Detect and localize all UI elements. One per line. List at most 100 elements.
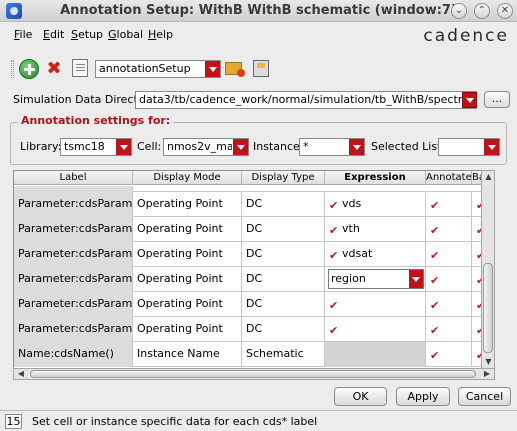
toolbar-grip[interactable] (11, 60, 14, 78)
horizontal-scroll-thumb[interactable] (30, 370, 476, 378)
chevron-down-icon[interactable] (116, 139, 131, 155)
row-display-type[interactable]: DC (242, 217, 325, 242)
expression-select[interactable]: region (328, 269, 424, 289)
scroll-left-icon[interactable]: ◀ (15, 369, 27, 379)
setup-select[interactable]: annotationSetup (95, 60, 221, 78)
menu-file[interactable]: File (14, 28, 32, 41)
cell-select[interactable]: nmos2v_mac (163, 138, 249, 156)
row-display-mode[interactable]: Operating Point (133, 217, 242, 242)
library-select[interactable]: tsmc18 (60, 138, 132, 156)
row-expression[interactable]: region (325, 267, 426, 292)
annotate-checkbox[interactable] (430, 219, 440, 242)
table-row[interactable]: Name:cdsName() Instance Name Schematic (14, 342, 494, 367)
annotate-checkbox[interactable] (430, 319, 440, 342)
table-row[interactable]: Parameter:cdsParam(8) Operating Point DC (14, 317, 494, 342)
annotation-settings-title: Annotation settings for: (18, 114, 174, 127)
annotate-checkbox[interactable] (430, 344, 440, 367)
row-label: Parameter:cdsParam(4) (14, 217, 133, 242)
annotate-checkbox[interactable] (430, 244, 440, 267)
browse-button[interactable]: ... (484, 91, 510, 108)
column-header-label[interactable]: Label (14, 171, 133, 185)
column-header-display-type[interactable]: Display Type (242, 171, 325, 185)
table-header: Label Display Mode Display Type Expressi… (14, 171, 494, 185)
row-annotate[interactable] (426, 317, 472, 342)
column-header-annotate[interactable]: Annotate (426, 171, 472, 185)
scroll-down-icon[interactable]: ▼ (483, 357, 494, 367)
chevron-down-icon[interactable] (233, 139, 248, 155)
selected-list-select[interactable] (438, 138, 500, 156)
row-display-mode[interactable]: Operating Point (133, 317, 242, 342)
menu-setup[interactable]: Setup (71, 28, 103, 41)
toolbar: ✖ annotationSetup (0, 56, 517, 82)
row-display-type[interactable]: DC (242, 317, 325, 342)
row-annotate[interactable] (426, 342, 472, 367)
row-expression[interactable] (325, 292, 426, 317)
cadence-logo: cadence (423, 26, 509, 46)
row-display-type[interactable]: DC (242, 242, 325, 267)
expression-checkbox[interactable] (329, 194, 339, 217)
status-bar: 15 Set cell or instance specific data fo… (0, 410, 517, 431)
column-header-expression[interactable]: Expression (325, 171, 426, 185)
row-display-mode[interactable]: Operating Point (133, 192, 242, 217)
row-display-type[interactable]: DC (242, 292, 325, 317)
title-bar: Annotation Setup: WithB WithB schematic … (0, 0, 517, 22)
row-display-type[interactable]: Schematic (242, 342, 325, 367)
row-display-type[interactable]: DC (242, 267, 325, 292)
table-row[interactable]: Parameter:cdsParam(5) Operating Point DC… (14, 242, 494, 267)
row-label: Parameter:cdsParam(3) (14, 192, 133, 217)
cancel-button[interactable]: Cancel (458, 387, 511, 406)
row-expression[interactable]: vdsat (325, 242, 426, 267)
sim-dir-field[interactable]: data3/tb/cadence_work/normal/simulation/… (135, 91, 477, 109)
row-display-type[interactable]: DC (242, 192, 325, 217)
maximize-button[interactable]: ⌃ (474, 3, 490, 19)
table-row[interactable]: Parameter:cdsParam(6) Operating Point DC… (14, 267, 494, 292)
add-icon[interactable] (19, 59, 39, 79)
status-message: Set cell or instance specific data for e… (32, 415, 318, 428)
row-display-mode[interactable]: Operating Point (133, 292, 242, 317)
expression-checkbox[interactable] (329, 319, 339, 342)
annotate-checkbox[interactable] (430, 294, 440, 317)
apply-button[interactable]: Apply (396, 387, 450, 406)
scroll-up-icon[interactable]: ▲ (483, 172, 494, 182)
row-annotate[interactable] (426, 242, 472, 267)
expression-checkbox[interactable] (329, 294, 339, 317)
list-icon[interactable] (72, 59, 88, 77)
ok-button[interactable]: OK (334, 387, 387, 406)
table-horizontal-scrollbar[interactable]: ◀ ▶ (13, 368, 495, 380)
expression-checkbox[interactable] (329, 219, 339, 242)
vertical-scroll-thumb[interactable] (483, 263, 493, 353)
save-icon[interactable] (253, 60, 269, 77)
expression-checkbox[interactable] (329, 244, 339, 267)
column-header-display-mode[interactable]: Display Mode (133, 171, 242, 185)
row-expression[interactable]: vth (325, 217, 426, 242)
scroll-right-icon[interactable]: ▶ (481, 369, 493, 379)
table-row[interactable]: Parameter:cdsParam(7) Operating Point DC (14, 292, 494, 317)
row-display-mode[interactable]: Operating Point (133, 242, 242, 267)
open-folder-icon[interactable] (225, 62, 245, 77)
row-annotate[interactable] (426, 267, 472, 292)
row-annotate[interactable] (426, 292, 472, 317)
annotate-checkbox[interactable] (430, 269, 440, 292)
row-expression[interactable]: vds (325, 192, 426, 217)
row-annotate[interactable] (426, 217, 472, 242)
table-vertical-scrollbar[interactable]: ▲ ▼ (481, 170, 495, 369)
menu-help[interactable]: Help (148, 28, 173, 41)
close-window-button[interactable]: ✕ (497, 3, 513, 19)
table-row[interactable]: Parameter:cdsParam(4) Operating Point DC… (14, 217, 494, 242)
row-display-mode[interactable]: Instance Name (133, 342, 242, 367)
annotate-checkbox[interactable] (430, 194, 440, 217)
row-annotate[interactable] (426, 192, 472, 217)
chevron-down-icon[interactable] (484, 139, 499, 155)
chevron-down-icon[interactable] (205, 61, 220, 77)
sim-dir-dropdown[interactable] (462, 92, 477, 108)
chevron-down-icon[interactable] (409, 270, 423, 288)
menu-edit[interactable]: Edit (43, 28, 64, 41)
delete-icon[interactable]: ✖ (44, 59, 64, 79)
instance-select[interactable]: * (299, 138, 365, 156)
row-display-mode[interactable]: Operating Point (133, 267, 242, 292)
minimize-button[interactable]: ⌄ (451, 3, 467, 19)
table-row[interactable]: Parameter:cdsParam(3) Operating Point DC… (14, 192, 494, 217)
menu-global[interactable]: Global (108, 28, 143, 41)
row-expression[interactable] (325, 317, 426, 342)
chevron-down-icon[interactable] (349, 139, 364, 155)
